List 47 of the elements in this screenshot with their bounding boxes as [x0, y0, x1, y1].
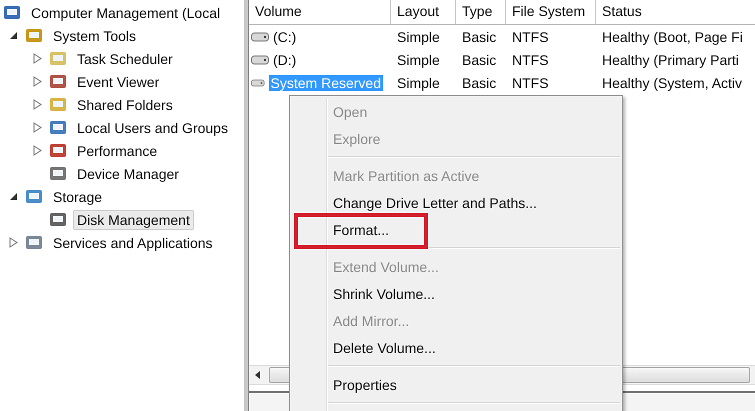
table-cell: Simple — [397, 52, 440, 68]
column-header[interactable]: Type — [456, 0, 506, 24]
tree-item[interactable]: Computer Management (Local — [27, 2, 224, 22]
column-header[interactable]: Status — [596, 0, 755, 24]
table-cell: Basic — [462, 52, 496, 68]
table-cell: NTFS — [512, 52, 549, 68]
tree-item[interactable]: Local Users and Groups — [73, 118, 232, 138]
menu-item[interactable]: Format... — [333, 222, 390, 238]
tree-item[interactable]: Storage — [49, 186, 106, 206]
collapsed-arrow-icon[interactable] — [32, 76, 42, 87]
drive-icon — [251, 32, 269, 42]
table-cell: Basic — [462, 28, 496, 44]
tree-item[interactable]: Performance — [73, 140, 162, 160]
tree-item[interactable]: Task Scheduler — [73, 48, 177, 68]
collapsed-arrow-icon[interactable] — [32, 122, 42, 133]
menu-item[interactable]: Properties — [333, 376, 397, 392]
column-header[interactable]: Volume — [249, 0, 391, 24]
column-header[interactable]: Layout — [391, 0, 456, 24]
tree-item[interactable]: Device Manager — [73, 164, 183, 184]
table-cell: Healthy (System, Activ — [602, 74, 742, 90]
collapsed-arrow-icon[interactable] — [32, 145, 42, 156]
drive-icon — [251, 54, 269, 64]
table-cell: Healthy (Boot, Page Fi — [602, 28, 743, 44]
drive-icon — [251, 78, 265, 88]
tree-item[interactable]: Shared Folders — [73, 94, 177, 114]
menu-item[interactable]: Change Drive Letter and Paths... — [333, 194, 537, 210]
tree-item[interactable]: Event Viewer — [73, 72, 164, 92]
table-cell: NTFS — [512, 74, 549, 90]
collapsed-arrow-icon[interactable] — [8, 237, 18, 248]
table-cell: Healthy (Primary Parti — [602, 52, 739, 68]
table-cell[interactable]: (C:) — [273, 28, 296, 44]
tree-item[interactable]: Services and Applications — [49, 232, 217, 252]
table-cell: Simple — [397, 28, 440, 44]
left-arrow-icon — [255, 371, 261, 379]
expanded-arrow-icon[interactable] — [8, 31, 18, 40]
table-cell: Simple — [397, 74, 440, 90]
expanded-arrow-icon[interactable] — [8, 192, 18, 201]
tree-item[interactable]: Disk Management — [73, 210, 194, 230]
collapsed-arrow-icon[interactable] — [32, 99, 42, 110]
collapsed-arrow-icon[interactable] — [32, 53, 42, 64]
column-header[interactable]: File System — [506, 0, 596, 24]
table-cell: Basic — [462, 74, 496, 90]
menu-item[interactable]: Shrink Volume... — [333, 286, 435, 302]
table-cell[interactable]: (D:) — [273, 52, 296, 68]
tree-item[interactable]: System Tools — [49, 26, 140, 46]
table-cell: NTFS — [512, 28, 549, 44]
menu-item[interactable]: Delete Volume... — [333, 340, 436, 356]
